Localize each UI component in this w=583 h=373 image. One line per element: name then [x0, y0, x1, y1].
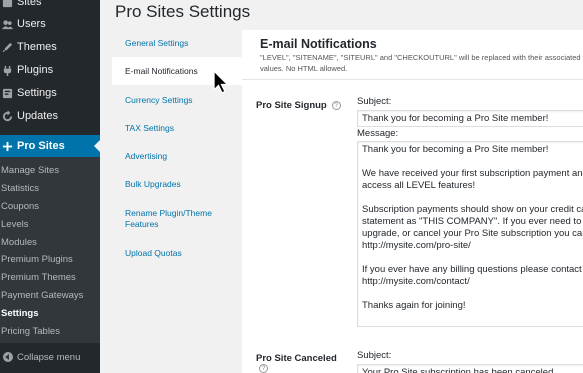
menu-item-label: Plugins: [17, 64, 54, 76]
menu-item-label: Themes: [17, 41, 57, 53]
submenu-pricing-tables[interactable]: Pricing Tables: [1, 326, 60, 337]
menu-item-updates[interactable]: Updates: [0, 105, 100, 127]
collapse-menu-button[interactable]: Collapse menu: [0, 347, 100, 367]
signup-row-label: Pro Site Signup ?: [256, 100, 341, 111]
menu-item-plugins[interactable]: Plugins: [0, 59, 100, 81]
menu-item-settings[interactable]: Settings: [0, 82, 100, 104]
submenu-premium-plugins[interactable]: Premium Plugins: [1, 254, 73, 265]
menu-item-label: Updates: [17, 110, 58, 122]
signup-message-label: Message:: [357, 128, 399, 139]
submenu-premium-themes[interactable]: Premium Themes: [1, 272, 76, 283]
sites-icon: [1, 0, 13, 8]
menu-item-label: Sites: [17, 0, 42, 8]
canceled-label: Pro Site Canceled: [256, 353, 337, 364]
menu-item-sites[interactable]: Sites: [0, 0, 100, 13]
menu-item-themes[interactable]: Themes: [0, 36, 100, 58]
submenu-levels[interactable]: Levels: [1, 219, 28, 230]
menu-item-label: Settings: [17, 87, 57, 99]
plugins-icon: [1, 64, 13, 76]
message-line: Thank you for becoming a Pro Site member…: [362, 144, 549, 155]
tab-currency-settings[interactable]: Currency Settings: [112, 95, 242, 106]
tab-advertising[interactable]: Advertising: [112, 151, 242, 162]
submenu-settings[interactable]: Settings: [1, 308, 38, 319]
canceled-subject-input[interactable]: Your Pro Site subscription has been canc…: [357, 364, 583, 373]
themes-icon: [1, 41, 13, 53]
collapse-menu-label: Collapse menu: [17, 351, 81, 363]
signup-subject-input[interactable]: Thank you for becoming a Pro Site member…: [357, 110, 583, 127]
message-line: http://mysite.com/pro-site/: [362, 240, 471, 251]
message-line: We have received your first subscription…: [362, 168, 583, 179]
plus-icon: [1, 140, 13, 152]
canceled-row-label: Pro Site Canceled: [256, 353, 337, 364]
message-line: access all LEVEL features!: [362, 180, 476, 191]
submenu-payment-gateways[interactable]: Payment Gateways: [1, 290, 83, 301]
tab-tax-settings[interactable]: TAX Settings: [112, 123, 242, 134]
message-line: Thanks again for joining!: [362, 300, 466, 311]
collapse-arrow-icon: [3, 352, 13, 362]
tab-bulk-upgrades[interactable]: Bulk Upgrades: [112, 179, 242, 190]
admin-sidebar: Sites Users Themes Plugins Settings Upda…: [0, 0, 100, 373]
section-title: E-mail Notifications: [260, 37, 377, 51]
signup-label: Pro Site Signup: [256, 100, 327, 111]
active-menu-arrow: [94, 140, 100, 152]
menu-item-label: Users: [17, 18, 46, 30]
signup-message-textarea[interactable]: Thank you for becoming a Pro Site member…: [357, 141, 583, 327]
message-line: upgrade, or cancel your Pro Site subscri…: [362, 228, 583, 239]
message-line: If you ever have any billing questions p…: [362, 264, 583, 275]
submenu-manage-sites[interactable]: Manage Sites: [1, 165, 59, 176]
help-icon[interactable]: ?: [331, 101, 341, 110]
mouse-cursor-icon: [213, 70, 229, 94]
app-window: Sites Users Themes Plugins Settings Upda…: [0, 0, 583, 373]
tab-rename-plugin-theme-features[interactable]: Rename Plugin/Theme Features: [112, 208, 212, 230]
users-icon: [1, 18, 13, 30]
menu-item-users[interactable]: Users: [0, 13, 100, 35]
section-description: "LEVEL", "SITENAME", "SITEURL" and "CHEC…: [260, 53, 581, 73]
tab-upload-quotas[interactable]: Upload Quotas: [112, 248, 242, 259]
page-title: Pro Sites Settings: [115, 2, 251, 21]
tab-general-settings[interactable]: General Settings: [112, 38, 242, 49]
submenu-statistics[interactable]: Statistics: [1, 183, 39, 194]
submenu-coupons[interactable]: Coupons: [1, 201, 39, 212]
updates-icon: [1, 110, 13, 122]
menu-item-pro-sites[interactable]: Pro Sites: [0, 135, 100, 157]
help-icon[interactable]: ?: [259, 364, 268, 373]
canceled-subject-label: Subject:: [357, 350, 392, 361]
message-line: Subscription payments should show on you…: [362, 204, 583, 215]
menu-item-label: Pro Sites: [17, 140, 65, 152]
signup-subject-label: Subject:: [357, 96, 392, 107]
submenu-modules[interactable]: Modules: [1, 237, 37, 248]
settings-icon: [1, 87, 13, 99]
message-line: statement as "THIS COMPANY". If you ever…: [362, 216, 583, 227]
pro-sites-submenu: Manage Sites Statistics Coupons Levels M…: [0, 157, 100, 343]
message-line: http://mysite.com/contact/: [362, 276, 470, 287]
